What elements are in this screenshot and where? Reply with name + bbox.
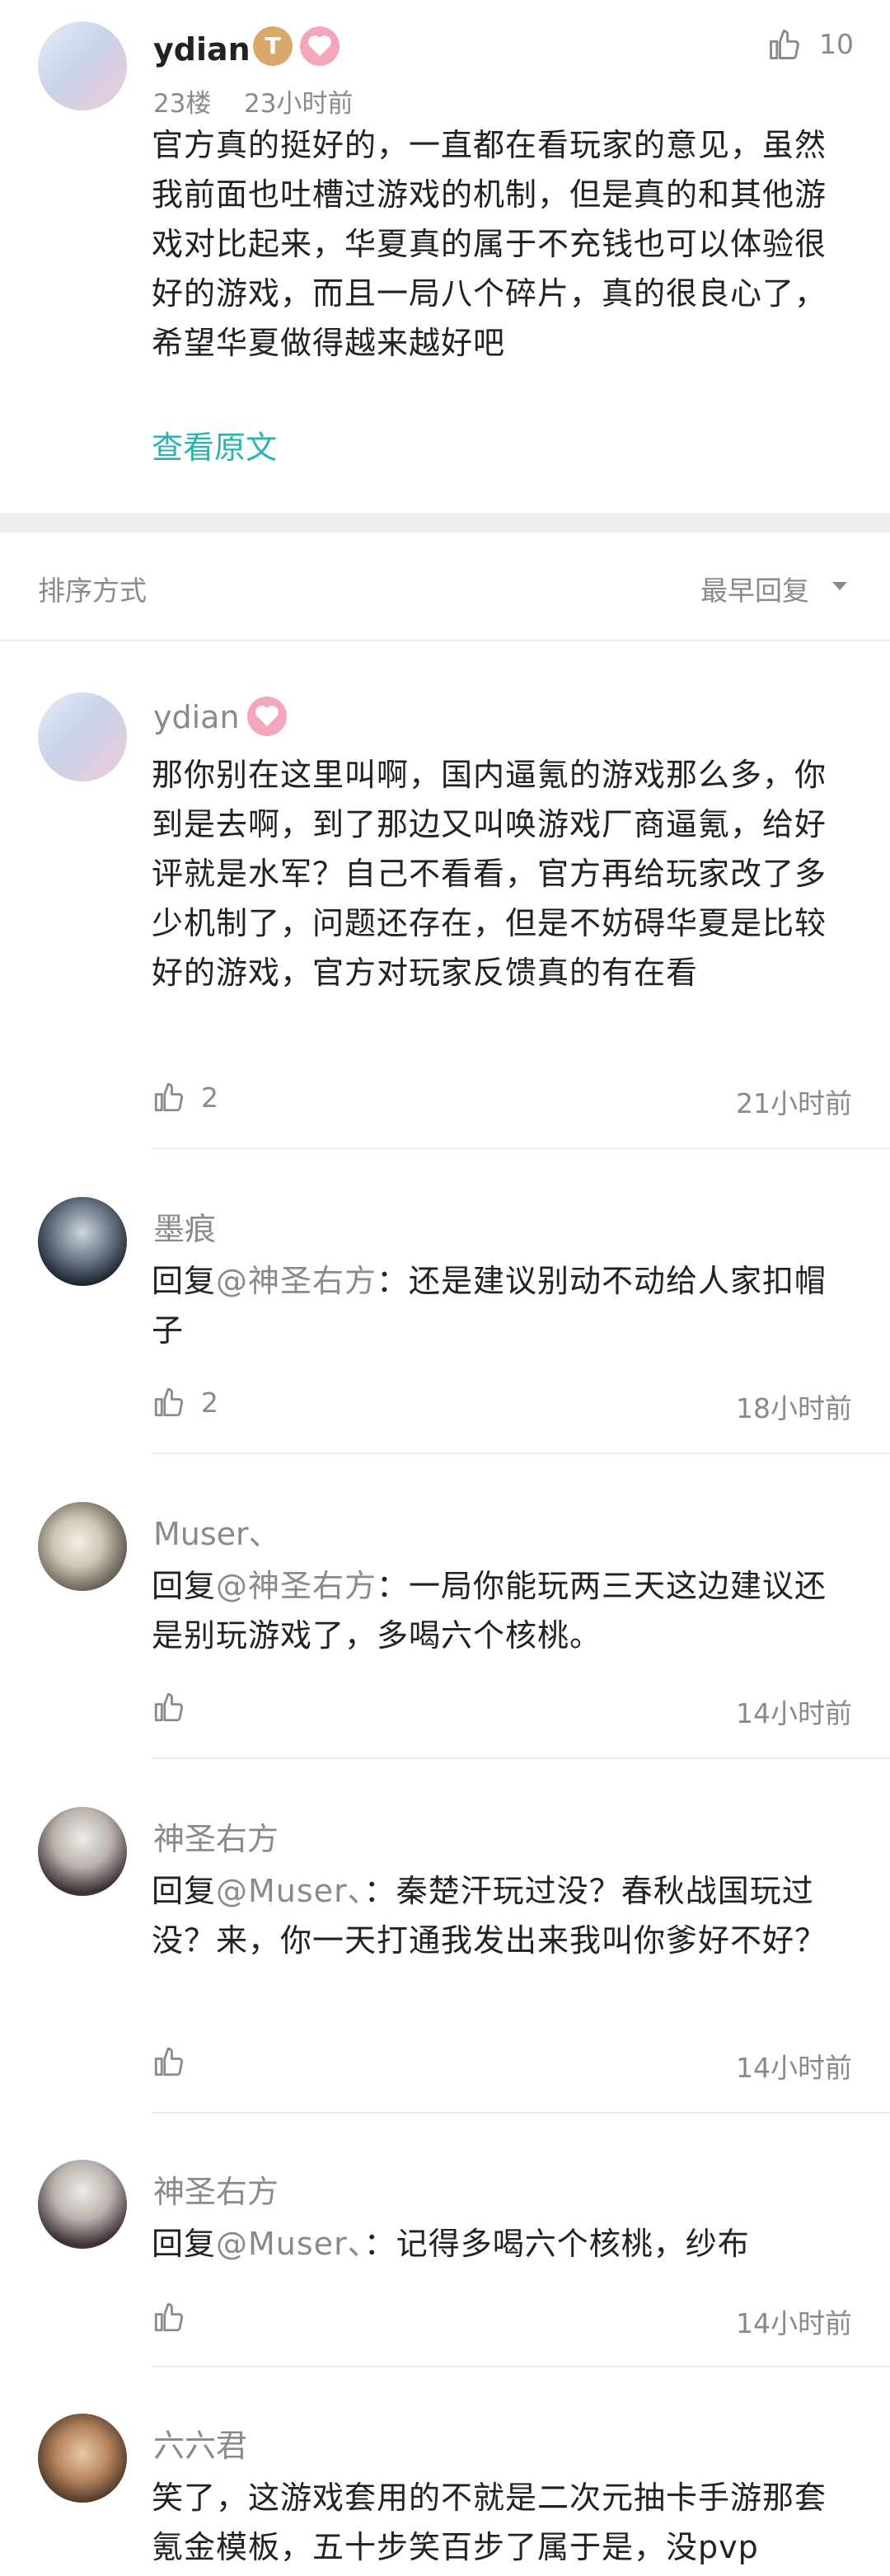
like-button[interactable]: 2	[152, 1080, 234, 1116]
like-thumb-icon	[770, 30, 799, 59]
username[interactable]: 六六君	[153, 2420, 247, 2466]
reply-time: 14小时前	[736, 2052, 852, 2084]
avatar[interactable]	[38, 1807, 127, 1896]
sort-label: 排序方式	[38, 575, 147, 607]
dropdown-arrow-icon	[832, 582, 847, 590]
like-thumb-icon	[154, 1082, 183, 1112]
sort-current: 最早回复	[700, 575, 809, 607]
divider	[152, 1147, 890, 1149]
like-thumb-icon	[154, 2302, 183, 2332]
like-count: 10	[819, 28, 854, 60]
divider	[152, 2366, 890, 2367]
avatar[interactable]	[38, 1197, 127, 1286]
like-thumb-icon	[154, 1387, 183, 1417]
mention-link[interactable]: @Muser、	[216, 2226, 364, 2262]
like-button[interactable]	[152, 1690, 201, 1726]
username[interactable]: Muser、	[153, 1509, 280, 1554]
reply-body: 回复@Muser、：秦楚汗玩过没？春秋战国玩过没？来，你一天打通我发出来我叫你爹…	[152, 1873, 827, 1959]
reply-time: 14小时前	[736, 1697, 852, 1729]
reply-time: 21小时前	[736, 1087, 852, 1119]
like-button[interactable]: 2	[152, 1385, 234, 1421]
mention-link[interactable]: @神圣右方	[216, 1263, 377, 1299]
divider	[152, 1452, 890, 1454]
username[interactable]: 墨痕	[153, 1204, 216, 1249]
username[interactable]: 神圣右方	[153, 2166, 279, 2212]
avatar[interactable]	[38, 1502, 127, 1591]
avatar[interactable]	[38, 692, 127, 781]
reply-time: 18小时前	[736, 1392, 852, 1424]
avatar[interactable]	[38, 21, 127, 110]
divider	[152, 1757, 890, 1759]
sort-dropdown[interactable]: 最早回复	[700, 569, 857, 607]
like-button[interactable]	[152, 2044, 201, 2081]
like-thumb-icon	[154, 2047, 183, 2076]
heart-badge-icon	[247, 697, 287, 736]
section-divider	[0, 513, 890, 533]
like-thumb-icon	[154, 1692, 183, 1722]
avatar[interactable]	[38, 2414, 127, 2503]
like-button[interactable]: 10	[766, 25, 865, 66]
mention-link[interactable]: @Muser、	[216, 1873, 364, 1909]
reply-body: 笑了，这游戏套用的不就是二次元抽卡手游那套氪金模板，五十步笑百步了属于是，没pv…	[152, 2480, 827, 2565]
like-button[interactable]	[152, 2300, 201, 2336]
heart-badge-icon	[300, 26, 340, 66]
floor-number: 23楼	[153, 89, 212, 119]
divider	[0, 640, 890, 641]
view-original-link[interactable]: 查看原文	[152, 422, 277, 467]
mention-link[interactable]: @神圣右方	[216, 1568, 377, 1604]
like-count: 2	[201, 1387, 218, 1419]
divider	[152, 2112, 890, 2114]
reply-body: 回复@神圣右方：一局你能玩两三天这边建议还是别玩游戏了，多喝六个核桃。	[152, 1568, 827, 1654]
level-badge: T	[253, 26, 293, 66]
comment-time: 23小时前	[244, 89, 354, 119]
username[interactable]: ydian	[153, 31, 251, 68]
avatar[interactable]	[38, 2160, 127, 2249]
reply-body: 回复@神圣右方：还是建议别动不动给人家扣帽子	[152, 1263, 827, 1349]
reply-body: 回复@Muser、：记得多喝六个核桃，纱布	[152, 2226, 750, 2262]
username[interactable]: 神圣右方	[153, 1814, 279, 1859]
reply-time: 14小时前	[736, 2307, 852, 2339]
like-count: 2	[201, 1082, 218, 1114]
comment-body: 官方真的挺好的，一直都在看玩家的意见，虽然我前面也吐槽过游戏的机制，但是真的和其…	[152, 127, 827, 361]
reply-body: 那你别在这里叫啊，国内逼氪的游戏那么多，你到是去啊，到了那边又叫唤游戏厂商逼氪，…	[152, 757, 827, 991]
username[interactable]: ydian	[153, 699, 240, 735]
